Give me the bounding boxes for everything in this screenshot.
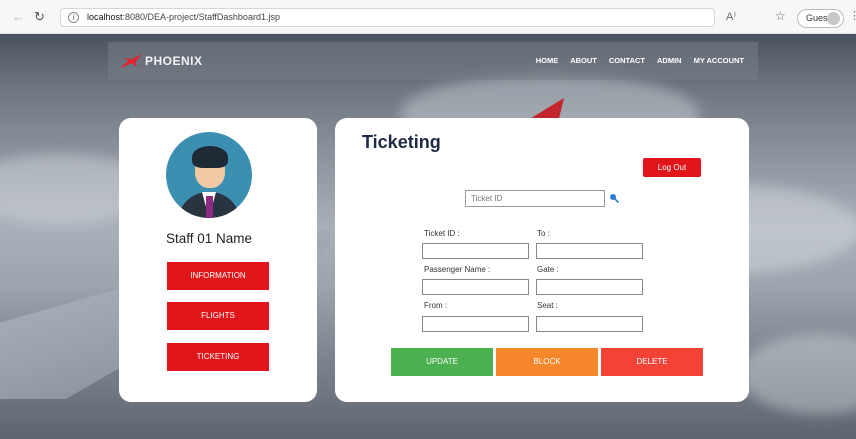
- reload-icon[interactable]: ↻: [34, 9, 45, 25]
- seat-field[interactable]: [536, 316, 643, 332]
- nav-links: HOME ABOUT CONTACT ADMIN MY ACCOUNT: [536, 56, 744, 65]
- to-field[interactable]: [536, 243, 643, 259]
- gate-label: Gate :: [537, 265, 559, 274]
- url-path: :8080/DEA-project/StaffDashboard1.jsp: [122, 12, 280, 22]
- nav-link-admin[interactable]: ADMIN: [657, 56, 682, 65]
- information-button[interactable]: INFORMATION: [167, 262, 269, 290]
- flights-button[interactable]: FLIGHTS: [167, 302, 269, 330]
- page-title: Ticketing: [362, 132, 441, 152]
- to-label: To :: [537, 229, 550, 238]
- nav-link-contact[interactable]: CONTACT: [609, 56, 645, 65]
- address-bar[interactable]: i localhost:8080/DEA-project/StaffDashbo…: [60, 8, 715, 27]
- search-icon[interactable]: [609, 193, 619, 203]
- logo-text: PHOENIX: [145, 54, 203, 68]
- url-text: localhost:8080/DEA-project/StaffDashboar…: [87, 12, 280, 22]
- update-button[interactable]: UPDATE: [391, 348, 493, 376]
- from-field[interactable]: [422, 316, 529, 332]
- ticket-id-field[interactable]: [422, 243, 529, 259]
- more-options-icon[interactable]: ⋮: [849, 9, 856, 22]
- nav-link-my-account[interactable]: MY ACCOUNT: [694, 56, 744, 65]
- favorites-icon[interactable]: ☆: [775, 9, 786, 23]
- passenger-name-label: Passenger Name :: [424, 265, 491, 274]
- ticketing-button[interactable]: TICKETING: [167, 343, 269, 371]
- ticket-search-input[interactable]: [465, 190, 605, 207]
- read-aloud-icon[interactable]: A⁾: [726, 10, 736, 23]
- staff-name: Staff 01 Name: [165, 231, 253, 246]
- profile-card: Staff 01 Name INFORMATION FLIGHTS TICKET…: [119, 118, 317, 402]
- passenger-name-field[interactable]: [422, 279, 529, 295]
- from-label: From :: [424, 301, 448, 310]
- url-host: localhost: [87, 12, 123, 22]
- top-navbar: PHOENIX HOME ABOUT CONTACT ADMIN MY ACCO…: [108, 42, 758, 80]
- page-background: PHOENIX HOME ABOUT CONTACT ADMIN MY ACCO…: [0, 34, 856, 439]
- logout-button[interactable]: Log Out: [643, 158, 701, 177]
- avatar-tie: [206, 196, 213, 218]
- info-icon[interactable]: i: [68, 12, 79, 23]
- avatar-hair: [192, 146, 228, 168]
- ticketing-card: Ticketing Log Out Ticket ID : To : Passe…: [335, 118, 749, 402]
- logo[interactable]: PHOENIX: [120, 52, 203, 70]
- plane-logo-icon: [120, 54, 142, 68]
- nav-link-about[interactable]: ABOUT: [570, 56, 597, 65]
- guest-profile-button[interactable]: Guest: [797, 9, 844, 28]
- back-arrow-icon[interactable]: ←: [12, 9, 25, 24]
- seat-label: Seat :: [537, 301, 558, 310]
- nav-link-home[interactable]: HOME: [536, 56, 559, 65]
- block-button[interactable]: BLOCK: [496, 348, 598, 376]
- delete-button[interactable]: DELETE: [601, 348, 703, 376]
- staff-avatar: [166, 132, 252, 218]
- guest-avatar-icon: [827, 12, 840, 25]
- cloud: [740, 334, 856, 414]
- browser-toolbar: ← ↻ i localhost:8080/DEA-project/StaffDa…: [0, 0, 856, 34]
- ticket-id-label: Ticket ID :: [424, 229, 460, 238]
- gate-field[interactable]: [536, 279, 643, 295]
